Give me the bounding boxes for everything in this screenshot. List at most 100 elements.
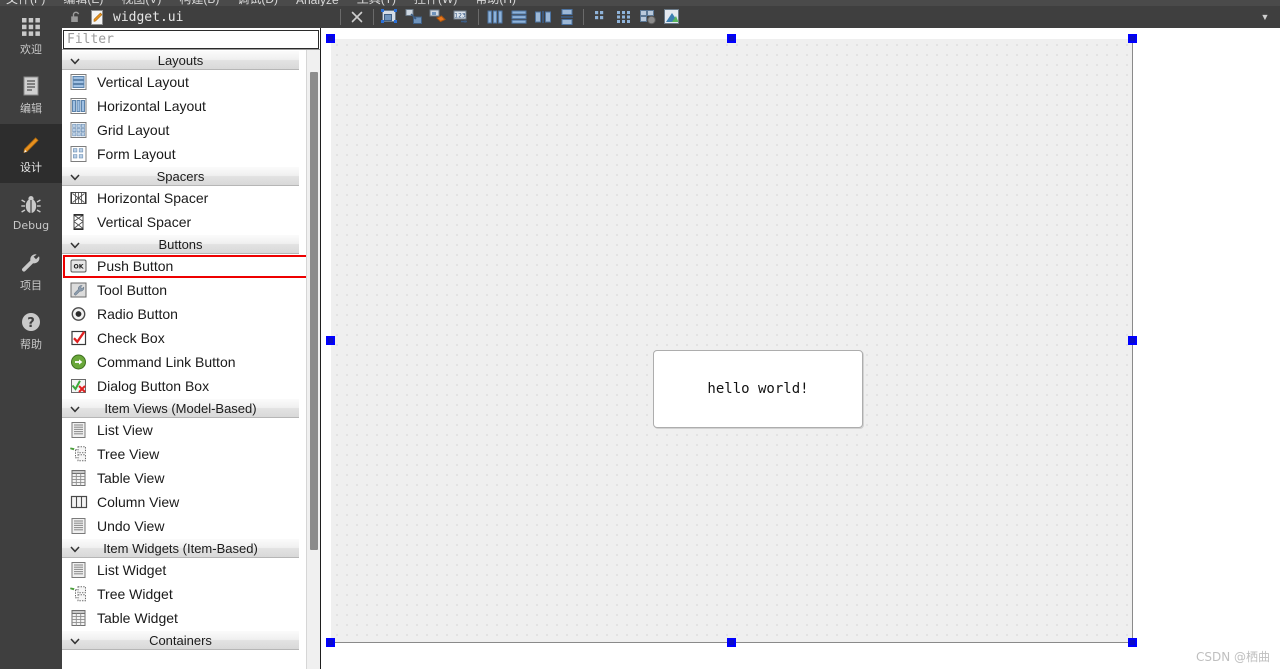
widget-box-item-label: Form Layout bbox=[97, 146, 176, 162]
edit-widgets-button[interactable] bbox=[378, 7, 402, 27]
selection-handle-top-center[interactable] bbox=[727, 34, 736, 43]
form-canvas[interactable]: hello world! bbox=[331, 39, 1133, 643]
widget-box-item[interactable]: Dialog Button Box bbox=[62, 374, 299, 398]
toolbar-separator bbox=[478, 9, 479, 25]
widget-box-item[interactable]: Form Layout bbox=[62, 142, 299, 166]
widget-box-item[interactable]: Table View bbox=[62, 466, 299, 490]
ui-file-icon bbox=[89, 9, 106, 26]
close-document-button[interactable] bbox=[345, 7, 369, 27]
layout-in-grid-button[interactable] bbox=[612, 7, 636, 27]
widget-box-item[interactable]: Command Link Button bbox=[62, 350, 299, 374]
layout-vertically-in-splitter-button[interactable] bbox=[555, 7, 579, 27]
scrollbar-thumb[interactable] bbox=[310, 72, 318, 550]
widget-box-item[interactable]: Tree View bbox=[62, 442, 299, 466]
widget-box-item[interactable]: List View bbox=[62, 418, 299, 442]
selection-handle-bottom-right[interactable] bbox=[1128, 638, 1137, 647]
chevron-down-icon bbox=[68, 631, 82, 651]
selection-handle-top-left[interactable] bbox=[326, 34, 335, 43]
pencil-icon bbox=[19, 133, 43, 157]
layout-horizontally-in-splitter-button[interactable] bbox=[531, 7, 555, 27]
push-button-hello[interactable]: hello world! bbox=[653, 350, 863, 428]
mode-item-label: Debug bbox=[12, 219, 50, 232]
layout-in-form-button[interactable] bbox=[588, 7, 612, 27]
widget-box-item-label: Command Link Button bbox=[97, 354, 236, 370]
widget-box-item[interactable]: Radio Button bbox=[62, 302, 299, 326]
widget-box-item[interactable]: Horizontal Layout bbox=[62, 94, 299, 118]
designer-toolbar: 123 bbox=[336, 6, 944, 28]
widget-category-header[interactable]: Spacers bbox=[62, 166, 299, 186]
widget-box-item-label: List Widget bbox=[97, 562, 167, 578]
chevron-down-icon[interactable]: ▼ bbox=[1250, 12, 1280, 22]
mode-item-help[interactable]: ? 帮助 bbox=[0, 301, 62, 360]
edit-buddies-button[interactable] bbox=[426, 7, 450, 27]
widget-category-header[interactable]: Layouts bbox=[62, 50, 299, 70]
edit-signals-slots-button[interactable] bbox=[402, 7, 426, 27]
widget-box-item-label: Radio Button bbox=[97, 306, 178, 322]
widget-box-item[interactable]: Vertical Spacer bbox=[62, 210, 299, 234]
check-box-icon bbox=[68, 328, 90, 348]
mode-item-edit[interactable]: 编辑 bbox=[0, 65, 62, 124]
widget-category-header[interactable]: Buttons bbox=[62, 234, 299, 254]
adjust-size-button[interactable] bbox=[660, 7, 684, 27]
widget-category-title: Spacers bbox=[156, 169, 205, 184]
selection-handle-bottom-left[interactable] bbox=[326, 638, 335, 647]
unlocked-padlock-icon[interactable] bbox=[68, 9, 84, 25]
document-tab-filename[interactable]: widget.ui bbox=[113, 10, 183, 25]
tree-widget-icon bbox=[68, 584, 90, 604]
list-view-icon bbox=[68, 420, 90, 440]
edit-tab-order-button[interactable]: 123 bbox=[450, 7, 474, 27]
vertical-spacer-icon bbox=[68, 212, 90, 232]
widget-box-item[interactable]: Horizontal Spacer bbox=[62, 186, 299, 210]
widget-category-title: Containers bbox=[149, 633, 212, 648]
chevron-down-icon bbox=[68, 167, 82, 187]
horizontal-layout-icon bbox=[68, 96, 90, 116]
toolbar-separator bbox=[583, 9, 584, 25]
selection-handle-top-right[interactable] bbox=[1128, 34, 1137, 43]
mode-item-label: 帮助 bbox=[20, 337, 42, 351]
widget-box-item[interactable]: Undo View bbox=[62, 514, 299, 538]
break-layout-button[interactable] bbox=[636, 7, 660, 27]
widget-box-item[interactable]: List Widget bbox=[62, 558, 299, 582]
filter-input[interactable] bbox=[63, 30, 319, 49]
widget-category-title: Layouts bbox=[157, 53, 204, 68]
widget-category-header[interactable]: Containers bbox=[62, 630, 299, 650]
widget-box-item[interactable]: Tree Widget bbox=[62, 582, 299, 606]
mode-item-debug[interactable]: Debug bbox=[0, 183, 62, 242]
widget-box-item-label: Vertical Spacer bbox=[97, 214, 192, 230]
widget-box-item-label: Vertical Layout bbox=[97, 74, 189, 90]
widget-box-item-label: Undo View bbox=[97, 518, 165, 534]
widget-box-item-label: Tool Button bbox=[97, 282, 168, 298]
svg-text:?: ? bbox=[27, 316, 35, 331]
widget-category-header[interactable]: Item Widgets (Item-Based) bbox=[62, 538, 299, 558]
selection-handle-middle-right[interactable] bbox=[1128, 336, 1137, 345]
widget-box-item-label: Check Box bbox=[97, 330, 165, 346]
widgetbox-scrollbar[interactable] bbox=[306, 50, 320, 669]
mode-item-design[interactable]: 设计 bbox=[0, 124, 62, 183]
layout-horizontally-button[interactable] bbox=[483, 7, 507, 27]
horizontal-spacer-icon bbox=[68, 188, 90, 208]
mode-item-welcome[interactable]: 欢迎 bbox=[0, 6, 62, 65]
widget-box-item-label: Horizontal Layout bbox=[97, 98, 206, 114]
widget-box-item-label: Grid Layout bbox=[97, 122, 170, 138]
toolbar-separator bbox=[340, 9, 341, 25]
qt-creator-window: 文件(F)编辑(E)视图(V)构建(B)调试(D)Analyze工具(T)控件(… bbox=[0, 0, 1280, 669]
mode-item-projects[interactable]: 项目 bbox=[0, 242, 62, 301]
list-widget-icon bbox=[68, 560, 90, 580]
watermark: CSDN @栖曲 bbox=[1195, 650, 1270, 664]
widget-box-item[interactable]: Column View bbox=[62, 490, 299, 514]
widget-box-item[interactable]: Tool Button bbox=[62, 278, 299, 302]
selection-handle-middle-left[interactable] bbox=[326, 336, 335, 345]
widget-box-item-label: Tree Widget bbox=[97, 586, 173, 602]
widget-box-item[interactable]: Table Widget bbox=[62, 606, 299, 630]
widget-box-item[interactable]: Check Box bbox=[62, 326, 299, 350]
chevron-down-icon bbox=[68, 399, 82, 419]
chevron-down-icon bbox=[68, 235, 82, 255]
selection-handle-bottom-center[interactable] bbox=[727, 638, 736, 647]
widget-box-item[interactable]: Vertical Layout bbox=[62, 70, 299, 94]
mode-selector-bar: 欢迎 编辑 设计 Debug 项目 ? 帮助 bbox=[0, 6, 62, 669]
widget-box-panel: Layouts Vertical Layout Horizontal Layout G… bbox=[62, 28, 321, 669]
widget-category-header[interactable]: Item Views (Model-Based) bbox=[62, 398, 299, 418]
layout-vertically-button[interactable] bbox=[507, 7, 531, 27]
widget-box-item[interactable]: OK Push Button bbox=[62, 254, 320, 278]
widget-box-item[interactable]: Grid Layout bbox=[62, 118, 299, 142]
